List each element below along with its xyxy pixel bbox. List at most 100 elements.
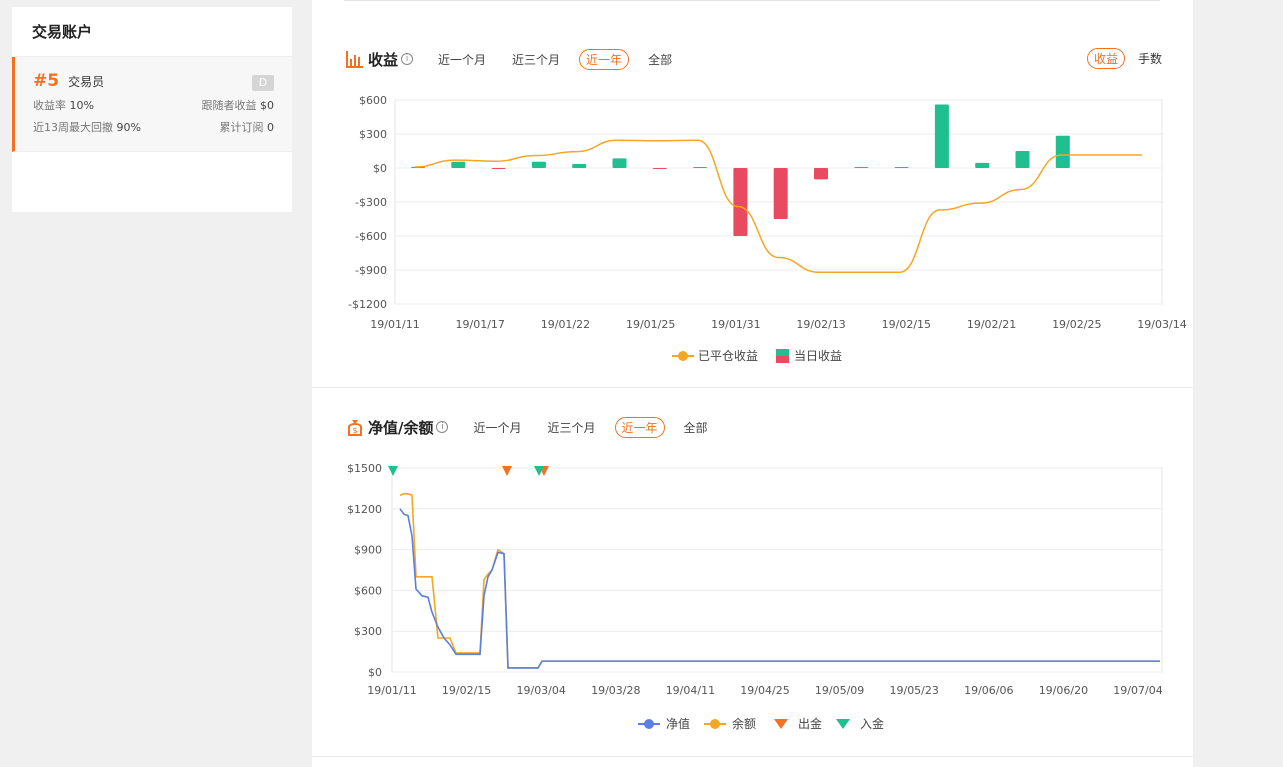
metric-toggle: 收益 手数 [1081, 48, 1169, 69]
x-tick-label: 19/02/15 [442, 684, 491, 697]
daily-profit-bar [894, 167, 909, 168]
y-tick-label: $300 [354, 625, 382, 638]
withdraw-marker [502, 466, 512, 476]
legend-line-marker [710, 719, 720, 729]
daily-profit-bar [612, 158, 627, 168]
y-tick-label: $1500 [347, 462, 382, 475]
x-tick-label: 19/02/25 [1052, 318, 1101, 331]
daily-profit-bar [572, 164, 587, 168]
legend-bar-swatch-up [776, 349, 789, 356]
x-tick-label: 19/02/21 [967, 318, 1016, 331]
trader-list-item[interactable]: #5 交易员 D 收益率 10% 跟随者收益 $0 近13周最大回撤 90% 累… [12, 57, 292, 152]
x-tick-label: 19/04/25 [740, 684, 789, 697]
equity-tab-1m[interactable]: 近一个月 [466, 417, 528, 438]
x-tick-label: 19/01/22 [541, 318, 590, 331]
daily-profit-bar [814, 168, 828, 180]
x-tick-label: 19/01/11 [367, 684, 416, 697]
profit-tab-1m[interactable]: 近一个月 [431, 49, 493, 70]
daily-profit-bar [975, 162, 990, 168]
x-tick-label: 19/02/15 [882, 318, 931, 331]
info-icon[interactable]: i [401, 53, 414, 65]
legend-bar-swatch-down [776, 356, 789, 363]
x-tick-label: 19/02/13 [796, 318, 845, 331]
x-tick-label: 19/01/25 [626, 318, 675, 331]
x-tick-label: 19/01/11 [370, 318, 419, 331]
profit-tab-1y[interactable]: 近一年 [579, 48, 630, 70]
money-bag-icon: $ [348, 420, 362, 436]
trading-account-card: 交易账户 #5 交易员 D 收益率 10% 跟随者收益 $0 近13周最大回撤 … [12, 7, 292, 212]
legend-label: 出金 [798, 716, 822, 731]
x-tick-label: 19/01/17 [456, 318, 505, 331]
daily-profit-bar [652, 168, 667, 169]
top-divider [344, 0, 1160, 1]
trader-stats-row-1: 收益率 10% 跟随者收益 $0 [33, 97, 274, 113]
y-tick-label: $0 [368, 666, 382, 679]
y-tick-label: -$900 [355, 264, 387, 277]
daily-profit-bar [1015, 151, 1030, 168]
y-tick-label: $900 [354, 544, 382, 557]
follower-profit-label: 跟随者收益 [201, 99, 257, 112]
y-tick-label: $300 [359, 128, 387, 141]
section-divider [312, 387, 1193, 388]
daily-profit-bar [531, 161, 546, 168]
equity-chart: $1500 $1200 $900 $600 $300 $0 19/01/11 19/02/15… [347, 462, 1163, 731]
y-tick-label: -$300 [355, 196, 387, 209]
metric-tab-profit[interactable]: 收益 [1086, 48, 1125, 69]
trader-stats-row-2: 近13周最大回撤 90% 累计订阅 0 [33, 119, 274, 135]
equity-section-header: $ 净值/余额 i 近一个月 近三个月 近一年 全部 [346, 415, 727, 439]
daily-profit-bar [854, 167, 869, 168]
return-label: 收益率 [33, 99, 66, 112]
profit-tab-all[interactable]: 全部 [641, 49, 679, 70]
y-tick-label: $1200 [347, 503, 382, 516]
balance-line [399, 493, 1160, 669]
info-icon[interactable]: i [436, 421, 449, 433]
subscriptions-value: 0 [267, 121, 274, 134]
return-value: 10% [69, 99, 94, 112]
equity-line [399, 508, 1160, 669]
x-tick-label: 19/05/23 [889, 684, 938, 697]
drawdown-label: 近13周最大回撤 [33, 121, 113, 134]
main-panel: 收益 i 近一个月 近三个月 近一年 全部 收益 手数 $600 $300 $0 -$… [312, 0, 1193, 767]
legend-line-marker [644, 719, 654, 729]
deposit-marker [388, 466, 398, 476]
daily-profit-bar [733, 168, 748, 236]
profit-chart: $600 $300 $0 -$300 -$600 -$900 -$1200 19/01/11 1… [348, 94, 1187, 363]
legend-line-marker [678, 351, 688, 361]
account-card-title: 交易账户 [12, 7, 292, 57]
daily-profit-bar [693, 167, 708, 168]
x-tick-label: 19/06/20 [1039, 684, 1088, 697]
y-tick-label: $0 [373, 162, 387, 175]
metric-tab-lots[interactable]: 手数 [1131, 48, 1169, 69]
profit-section-title: 收益 [368, 50, 399, 69]
legend-label: 余额 [732, 716, 756, 731]
legend-triangle-swatch [774, 719, 788, 729]
equity-section-title: 净值/余额 [368, 418, 434, 437]
daily-profit-bar [1055, 135, 1070, 168]
x-tick-label: 19/03/28 [591, 684, 640, 697]
follower-profit-value: $0 [260, 99, 274, 112]
drawdown-value: 90% [116, 121, 141, 134]
daily-profit-bar [934, 104, 949, 168]
trader-name: 交易员 [68, 75, 105, 89]
y-tick-label: $600 [359, 94, 387, 107]
y-tick-label: -$1200 [348, 298, 387, 311]
daily-profit-bar [773, 168, 788, 219]
daily-profit-bar [491, 168, 506, 169]
y-tick-label: $600 [354, 584, 382, 597]
legend-label: 已平仓收益 [698, 349, 758, 363]
equity-tab-1y[interactable]: 近一年 [614, 416, 665, 438]
trader-level-badge: D [252, 75, 274, 91]
bar-chart-icon [346, 51, 363, 68]
x-tick-label: 19/03/04 [516, 684, 565, 697]
y-tick-label: -$600 [355, 230, 387, 243]
legend-triangle-swatch [836, 719, 850, 729]
x-tick-label: 19/01/31 [711, 318, 760, 331]
equity-tab-all[interactable]: 全部 [677, 417, 715, 438]
legend-label: 当日收益 [794, 349, 842, 363]
svg-text:$: $ [352, 426, 357, 435]
x-tick-label: 19/03/14 [1137, 318, 1186, 331]
equity-tab-3m[interactable]: 近三个月 [541, 417, 603, 438]
profit-tab-3m[interactable]: 近三个月 [505, 49, 567, 70]
subscriptions-label: 累计订阅 [219, 121, 264, 134]
x-tick-label: 19/04/11 [666, 684, 715, 697]
